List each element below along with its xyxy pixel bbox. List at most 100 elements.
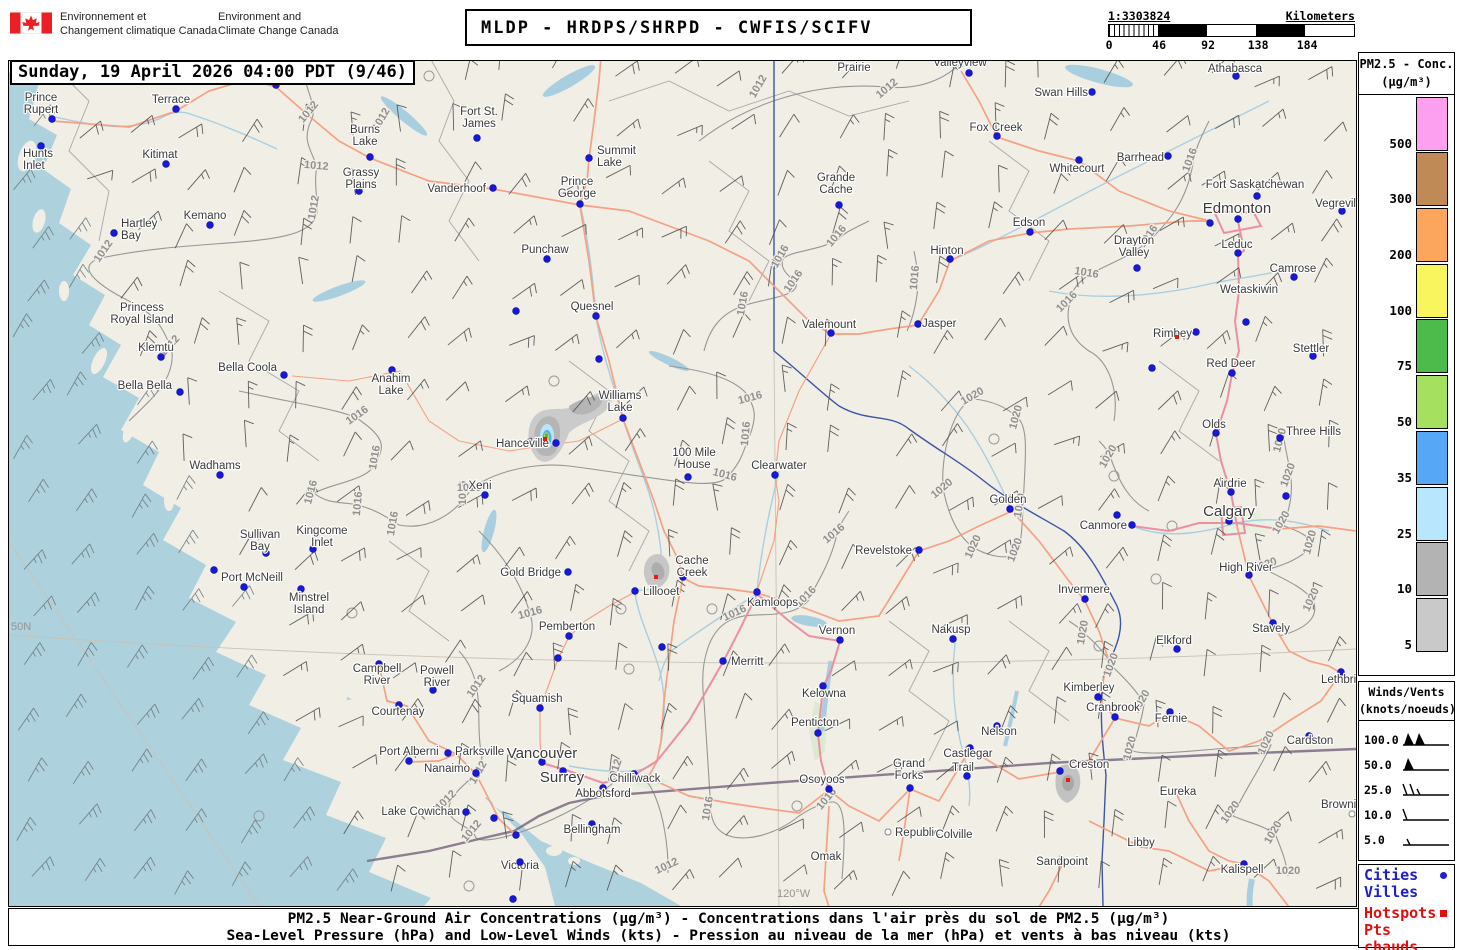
city-dot[interactable] — [172, 105, 180, 113]
city-dot[interactable] — [210, 566, 218, 574]
city-dot[interactable] — [619, 414, 627, 422]
city-dot[interactable] — [280, 371, 288, 379]
city-dot[interactable] — [216, 471, 224, 479]
city-dot[interactable] — [206, 221, 214, 229]
city-dot[interactable] — [1081, 595, 1089, 603]
city-dot[interactable] — [110, 229, 118, 237]
scale-segment — [1109, 25, 1158, 36]
city-dot[interactable] — [473, 134, 481, 142]
map-canvas[interactable]: 1012 1012 1012 1012 1012 1012 1012 1012 1012 1012… — [8, 60, 1357, 907]
city-dot[interactable] — [462, 808, 470, 816]
isobar-label: 1020 — [1270, 509, 1293, 536]
city-dot[interactable] — [814, 729, 822, 737]
hotspot-marker[interactable] — [1066, 778, 1070, 782]
city-dot[interactable] — [753, 588, 761, 596]
city-dot[interactable] — [543, 255, 551, 263]
city-dot[interactable] — [489, 184, 497, 192]
pm25-threshold-value: 5 — [1404, 636, 1412, 652]
city-dot[interactable] — [949, 635, 957, 643]
city-label: Lillooet — [643, 586, 680, 598]
city-dot[interactable] — [1282, 492, 1290, 500]
city-dot[interactable] — [516, 858, 524, 866]
city-dot[interactable] — [836, 636, 844, 644]
city-dot[interactable] — [1242, 318, 1250, 326]
wind-legend-row: 10.0 — [1359, 802, 1454, 827]
city-dot[interactable] — [565, 632, 573, 640]
city-dot[interactable] — [631, 587, 639, 595]
city-dot[interactable] — [1276, 434, 1284, 442]
city-dot[interactable] — [405, 757, 413, 765]
wind-barb — [883, 221, 894, 249]
city-label: Wadhams — [189, 460, 241, 472]
city-dot[interactable] — [965, 69, 973, 77]
city-dot[interactable] — [509, 895, 517, 903]
city-dot[interactable] — [1128, 521, 1136, 529]
hotspot-marker[interactable] — [654, 575, 658, 579]
city-dot[interactable] — [366, 153, 374, 161]
isobar-label: 1016 — [517, 604, 544, 622]
city-label: Cache — [819, 184, 852, 196]
wind-barb — [182, 433, 193, 461]
city-label: Vanderhoof — [427, 183, 486, 195]
city-dot[interactable] — [1088, 88, 1096, 96]
city-dot[interactable] — [658, 643, 666, 651]
isobar-label: 1020 — [1278, 461, 1298, 488]
city-dot[interactable] — [592, 312, 600, 320]
isobar-label: 1016 — [735, 290, 751, 316]
city-dot[interactable] — [1133, 264, 1141, 272]
city-dot[interactable] — [585, 154, 593, 162]
city-dot[interactable] — [157, 353, 165, 361]
wind-barb — [1273, 746, 1292, 772]
city-dot[interactable] — [576, 200, 584, 208]
city-dot[interactable] — [1026, 228, 1034, 236]
city-dot[interactable] — [512, 831, 520, 839]
wind-barb — [1004, 61, 1016, 88]
city-dot[interactable] — [472, 769, 480, 777]
city-dot[interactable] — [1006, 505, 1014, 513]
city-dot[interactable] — [444, 749, 452, 757]
wind-barb — [390, 440, 414, 461]
city-dot[interactable] — [1111, 713, 1119, 721]
city-dot[interactable] — [536, 704, 544, 712]
city-dot[interactable] — [684, 473, 692, 481]
city-label: Lake — [608, 402, 633, 414]
city-dot[interactable] — [914, 320, 922, 328]
city-dot[interactable] — [512, 307, 520, 315]
city-dot[interactable] — [1206, 219, 1214, 227]
city-dot[interactable] — [1192, 328, 1200, 336]
canada-flag-icon — [10, 12, 52, 34]
city-dot[interactable] — [162, 160, 170, 168]
wind-barb — [771, 750, 796, 769]
city-dot[interactable] — [1164, 152, 1172, 160]
wind-barb — [712, 483, 723, 511]
hotspot-marker[interactable] — [1175, 335, 1179, 339]
city-dot[interactable] — [1228, 369, 1236, 377]
town-circle[interactable] — [1348, 810, 1356, 818]
city-dot[interactable] — [719, 657, 727, 665]
town-circle[interactable] — [884, 828, 892, 836]
city-dot[interactable] — [1113, 511, 1121, 519]
city-dot[interactable] — [825, 785, 833, 793]
city-dot[interactable] — [490, 814, 498, 822]
hotspot-marker[interactable] — [543, 437, 547, 441]
city-dot[interactable] — [915, 546, 923, 554]
city-dot[interactable] — [1094, 693, 1102, 701]
city-dot[interactable] — [1056, 767, 1064, 775]
city-dot[interactable] — [564, 568, 572, 576]
city-dot[interactable] — [481, 491, 489, 499]
city-dot[interactable] — [48, 115, 56, 123]
city-dot[interactable] — [176, 388, 184, 396]
city-dot[interactable] — [906, 784, 914, 792]
city-dot[interactable] — [595, 355, 603, 363]
scale-bar — [1108, 24, 1355, 37]
pm25-threshold-value: 25 — [1396, 525, 1412, 541]
city-dot[interactable] — [554, 654, 562, 662]
isobar-label: 1012 — [747, 73, 770, 100]
city-dot[interactable] — [240, 583, 248, 591]
wind-barb — [933, 330, 954, 354]
city-dot[interactable] — [835, 201, 843, 209]
city-dot[interactable] — [771, 471, 779, 479]
city-dot[interactable] — [552, 439, 560, 447]
city-dot[interactable] — [1148, 364, 1156, 372]
city-dot[interactable] — [1253, 192, 1261, 200]
